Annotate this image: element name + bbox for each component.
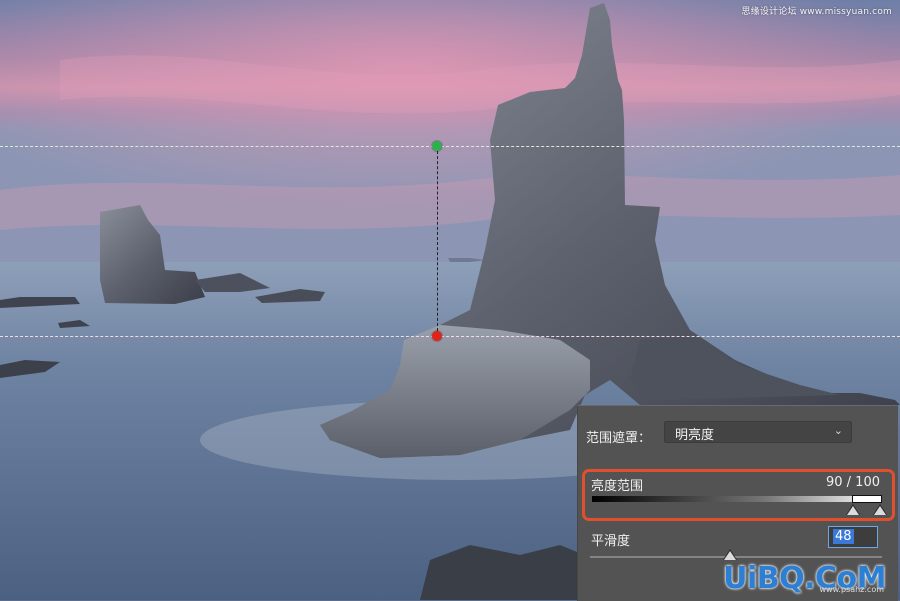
smoothness-label: 平滑度 xyxy=(591,534,631,549)
watermark-top: 思缘设计论坛 www.missyuan.com xyxy=(741,7,892,17)
range-mask-mode-select[interactable]: 明亮度 ⌄ xyxy=(664,421,852,443)
watermark-bottom: UiBQ.CoM www.psahz.com xyxy=(723,562,886,596)
smoothness-value: 48 xyxy=(833,529,854,544)
luminance-range-label: 亮度范围 xyxy=(591,479,644,494)
chevron-down-icon: ⌄ xyxy=(833,424,843,437)
guide-line-bottom xyxy=(0,336,900,337)
luminance-range-track[interactable] xyxy=(592,496,882,502)
range-mask-label: 范围遮罩： xyxy=(586,431,652,446)
luminance-low-handle[interactable] xyxy=(847,506,859,515)
guide-line-vertical xyxy=(437,146,438,336)
mode-selected-value: 明亮度 xyxy=(675,428,715,443)
range-mask-pin-red[interactable] xyxy=(432,331,442,341)
guide-line-top xyxy=(0,146,900,147)
luminance-selected-range xyxy=(852,495,882,503)
smoothness-handle[interactable] xyxy=(724,551,737,560)
luminance-high-handle[interactable] xyxy=(874,506,886,515)
watermark-url: www.psahz.com xyxy=(819,585,884,594)
smoothness-input[interactable]: 48 xyxy=(828,526,878,548)
luminance-range-value: 90 / 100 xyxy=(826,475,880,490)
range-mask-pin-green[interactable] xyxy=(432,141,442,151)
